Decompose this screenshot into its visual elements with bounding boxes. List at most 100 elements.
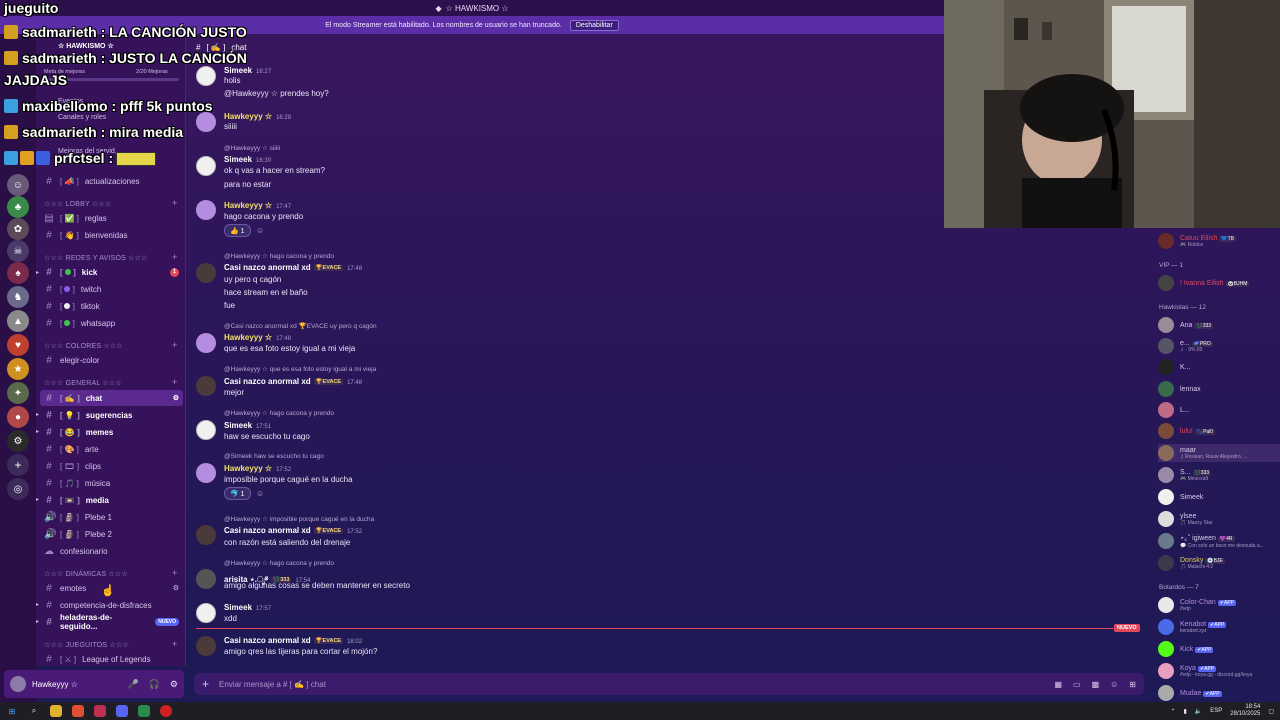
avatar[interactable] bbox=[196, 376, 216, 396]
message-author[interactable]: Simeek 16:27 bbox=[224, 66, 271, 75]
message-author[interactable]: Casi nazco anormal xd 🏆EVACE 17:48 bbox=[224, 377, 362, 386]
channel-media[interactable]: # [ 📼 ] media bbox=[40, 492, 183, 508]
message-composer[interactable]: + Enviar mensaje a # [ ✍ ] chat ▦ ▭ ▩ ☺ … bbox=[194, 673, 1144, 695]
channel-competencia-de-disfraces[interactable]: # competencia-de-disfraces bbox=[40, 597, 183, 613]
brave-icon[interactable] bbox=[72, 705, 84, 717]
channel-heladeras[interactable]: # heladeras-de-seguido... NUEVO bbox=[40, 613, 183, 631]
category-jueguitos[interactable]: ☆☆☆ JUEGUITOS ☆☆☆ bbox=[44, 641, 129, 649]
member-item[interactable]: ! Ivanna Eilish 🐼BJHM bbox=[1158, 274, 1278, 292]
message-author[interactable]: Simeek 17:51 bbox=[224, 421, 271, 430]
attach-plus-icon[interactable]: + bbox=[202, 677, 209, 691]
volume-icon[interactable]: 🔈 bbox=[1195, 708, 1202, 715]
explore-icon[interactable]: ◎ bbox=[7, 478, 29, 500]
clock[interactable]: 18:54 28/10/2025 bbox=[1230, 704, 1260, 718]
avatar[interactable] bbox=[196, 420, 216, 440]
server-icon[interactable]: ♣ bbox=[7, 196, 29, 218]
channel-clips[interactable]: # [ 🎞 ] clips bbox=[40, 458, 183, 474]
category-colores[interactable]: ☆☆☆ COLORES ☆☆☆ bbox=[44, 342, 123, 350]
add-server-icon[interactable]: + bbox=[7, 454, 29, 476]
voice-channel-plebe-1[interactable]: 🔊 [ 🗿 ] Plebe 1 bbox=[40, 509, 183, 525]
thread-expand-icon[interactable]: ▸ bbox=[36, 618, 39, 625]
search-icon[interactable]: ⌕ bbox=[28, 705, 40, 717]
server-icon[interactable]: ☺ bbox=[7, 174, 29, 196]
avatar[interactable] bbox=[196, 569, 216, 589]
add-channel-icon[interactable]: + bbox=[172, 568, 177, 578]
member-item[interactable]: Koya ✔APP/help - koya.gg - discord.gg/koy… bbox=[1158, 662, 1278, 680]
channel-whatsapp[interactable]: # [ ] whatsapp bbox=[40, 315, 183, 331]
channel-kick[interactable]: # [ ] kick 1 bbox=[40, 264, 183, 280]
channel-bienvenidas[interactable]: # [ 👋 ] bienvenidas bbox=[40, 227, 183, 243]
member-item[interactable]: e... 🌌PRO ♫ · 9% 00 bbox=[1158, 337, 1278, 355]
message-author[interactable]: Hawkeyyy ☆ 17:48 bbox=[224, 333, 291, 342]
thread-expand-icon[interactable]: ▸ bbox=[36, 428, 39, 435]
reply-preview[interactable]: @Hawkeyyy ☆ siiiii bbox=[224, 144, 280, 152]
reply-preview[interactable]: @Hawkeyyy ☆ que es esa foto estoy igual … bbox=[224, 365, 376, 373]
thread-expand-icon[interactable]: ▸ bbox=[36, 601, 39, 608]
server-icon[interactable]: ♥ bbox=[7, 334, 29, 356]
channel-settings-icon[interactable]: ⚙ bbox=[173, 394, 179, 402]
gift-icon[interactable]: ▦ bbox=[1054, 680, 1062, 689]
category-general[interactable]: ☆☆☆ GENERAL ☆☆☆ bbox=[44, 379, 122, 387]
reply-preview[interactable]: @Simeek haw se escucho tu cago bbox=[224, 453, 324, 460]
message-input[interactable]: Enviar mensaje a # [ ✍ ] chat bbox=[219, 680, 326, 689]
channels-roles-link[interactable]: Canales y roles bbox=[58, 114, 106, 121]
avatar[interactable] bbox=[196, 156, 216, 176]
reply-preview[interactable]: @Hawkeyyy ☆ imposible porque cagué en la… bbox=[224, 515, 374, 523]
reply-preview[interactable]: @Hawkeyyy ☆ hago cacona y prendo bbox=[224, 252, 334, 260]
reply-preview[interactable]: @Hawkeyyy ☆ hago cacona y prendo bbox=[224, 559, 334, 567]
headphones-icon[interactable]: 🎧 bbox=[149, 679, 160, 690]
avatar[interactable] bbox=[196, 463, 216, 483]
member-item[interactable]: lulu! 🐾Pal0 bbox=[1158, 422, 1278, 440]
member-item[interactable]: L... bbox=[1158, 401, 1278, 419]
server-icon[interactable]: ☠ bbox=[7, 240, 29, 262]
microphone-icon[interactable]: 🎤 bbox=[127, 679, 138, 690]
obs-icon[interactable] bbox=[160, 705, 172, 717]
server-icon[interactable]: ✦ bbox=[7, 382, 29, 404]
message-author[interactable]: Hawkeyyy ☆ 16:28 bbox=[224, 112, 291, 121]
add-channel-icon[interactable]: + bbox=[172, 198, 177, 208]
file-explorer-icon[interactable] bbox=[50, 705, 62, 717]
member-item[interactable]: Catuu Eilish 💙TB 🎮 Roblox bbox=[1158, 232, 1278, 250]
member-item[interactable]: Color-Chan ✔APP/help bbox=[1158, 596, 1278, 614]
username[interactable]: Hawkeyyy ☆ bbox=[32, 680, 78, 689]
member-item[interactable]: K... bbox=[1158, 358, 1278, 376]
thread-expand-icon[interactable]: ▸ bbox=[36, 269, 39, 276]
server-icon[interactable]: ▲ bbox=[7, 310, 29, 332]
channel-actualizaciones[interactable]: # [ 📣 ] actualizaciones bbox=[40, 173, 183, 189]
emoji-icon[interactable]: ☺ bbox=[1110, 680, 1118, 689]
channel-musica[interactable]: # [ 🎵 ] música bbox=[40, 475, 183, 491]
message-author[interactable]: Casi nazco anormal xd 🏆EVACE 18:02 bbox=[224, 636, 362, 645]
channel-reglas[interactable]: ▤ [ ✅ ] reglas bbox=[40, 210, 183, 226]
avatar[interactable] bbox=[196, 525, 216, 545]
sticker-icon[interactable]: ▩ bbox=[1092, 680, 1100, 689]
member-item[interactable]: Mudae ✔APP bbox=[1158, 684, 1278, 702]
channel-sugerencias[interactable]: # [ 💡 ] sugerencias bbox=[40, 407, 183, 423]
server-icon[interactable]: ⚙ bbox=[7, 430, 29, 452]
thread-expand-icon[interactable]: ▸ bbox=[36, 496, 39, 503]
avatar[interactable] bbox=[10, 676, 26, 692]
add-channel-icon[interactable]: + bbox=[172, 377, 177, 387]
gear-icon[interactable]: ⚙ bbox=[170, 679, 178, 690]
channel-arte[interactable]: # [ 🎨 ] arte bbox=[40, 441, 183, 457]
member-item[interactable]: lennax bbox=[1158, 380, 1278, 398]
channel-twitch[interactable]: # [ ] twitch bbox=[40, 281, 183, 297]
member-item[interactable]: S... 💱333 🎮 Minecraft bbox=[1158, 466, 1278, 484]
server-name[interactable]: ☆ HAWKISMO ☆ bbox=[58, 42, 114, 50]
member-item[interactable]: Kenabot ✔APP kenabot.xyz bbox=[1158, 618, 1278, 636]
member-item[interactable]: maar ♫ Rvssian, Rauw Alejandro, ... bbox=[1158, 444, 1280, 462]
category-lobby[interactable]: ☆☆☆ LOBBY ☆☆☆ bbox=[44, 200, 111, 208]
reaction-pill[interactable]: 👍 1 bbox=[224, 224, 251, 237]
apps-icon[interactable]: ⊞ bbox=[1129, 680, 1136, 689]
windows-start-icon[interactable]: ⊞ bbox=[6, 705, 18, 717]
channel-settings-icon[interactable]: ⚙ bbox=[173, 584, 179, 592]
message-author[interactable]: Simeek 16:30 bbox=[224, 155, 271, 164]
message-author[interactable]: Hawkeyyy ☆ 17:52 bbox=[224, 464, 291, 473]
category-redes[interactable]: ☆☆☆ REDES Y AVISOS ☆☆☆ bbox=[44, 254, 148, 262]
app-icon[interactable] bbox=[138, 705, 150, 717]
member-item[interactable]: ylsee 🎵 Mazzy Star bbox=[1158, 510, 1278, 528]
avatar[interactable] bbox=[196, 636, 216, 656]
add-channel-icon[interactable]: + bbox=[172, 252, 177, 262]
member-item[interactable]: Donsky 💿BJE 🎵 Malachi 4:2 bbox=[1158, 554, 1278, 572]
server-icon[interactable]: ✿ bbox=[7, 218, 29, 240]
language-indicator[interactable]: ESP bbox=[1210, 708, 1222, 714]
